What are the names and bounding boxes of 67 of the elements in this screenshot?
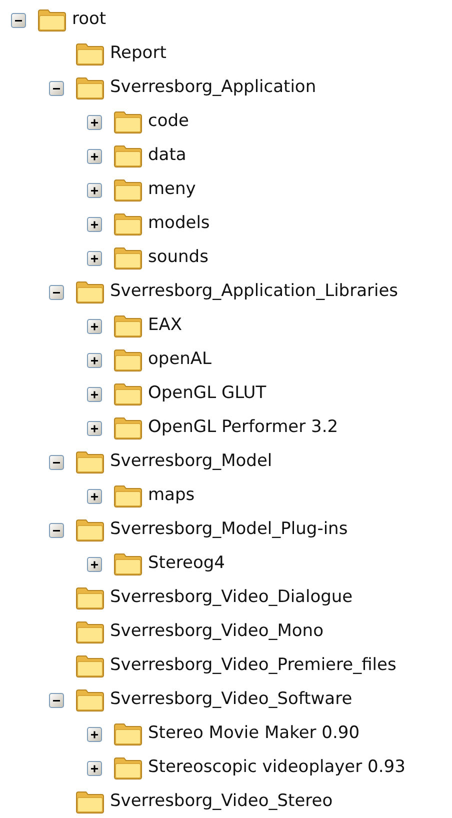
folder-label[interactable]: Sverresborg_Video_Dialogue: [110, 585, 353, 611]
folder-label[interactable]: OpenGL Performer 3.2: [148, 415, 338, 441]
folder-label[interactable]: Sverresborg_Model_Plug-ins: [110, 517, 348, 543]
folder-label[interactable]: Sverresborg_Application_Libraries: [110, 279, 398, 305]
folder-label[interactable]: Sverresborg_Model: [110, 449, 272, 475]
folder-icon: [75, 450, 105, 474]
folder-label[interactable]: OpenGL GLUT: [148, 381, 266, 407]
folder-label[interactable]: openAL: [148, 347, 212, 373]
collapse-toggle[interactable]: [11, 12, 26, 28]
folder-icon: [113, 756, 143, 780]
folder-label[interactable]: meny: [148, 177, 196, 203]
folder-label[interactable]: Sverresborg_Video_Software: [110, 687, 352, 713]
folder-icon: [75, 76, 105, 100]
folder-label[interactable]: root: [72, 7, 106, 33]
folder-label[interactable]: data: [148, 143, 186, 169]
folder-label[interactable]: Sverresborg_Video_Mono: [110, 619, 324, 645]
expand-toggle[interactable]: [87, 352, 102, 368]
folder-label[interactable]: Stereo Movie Maker 0.90: [148, 721, 360, 747]
expand-toggle[interactable]: [87, 114, 102, 130]
folder-icon: [113, 314, 143, 338]
folder-label[interactable]: Report: [110, 41, 166, 67]
expand-toggle[interactable]: [87, 556, 102, 572]
folder-icon: [75, 620, 105, 644]
folder-icon: [113, 416, 143, 440]
collapse-toggle[interactable]: [49, 692, 64, 708]
folder-icon: [75, 42, 105, 66]
folder-label[interactable]: models: [148, 211, 210, 237]
folder-label[interactable]: Sverresborg_Application: [110, 75, 316, 101]
collapse-toggle[interactable]: [49, 454, 64, 470]
collapse-toggle[interactable]: [49, 80, 64, 96]
expand-toggle[interactable]: [87, 488, 102, 504]
expand-toggle[interactable]: [87, 386, 102, 402]
folder-icon: [113, 722, 143, 746]
expand-toggle[interactable]: [87, 250, 102, 266]
collapse-toggle[interactable]: [49, 522, 64, 538]
folder-icon: [113, 484, 143, 508]
folder-icon: [113, 144, 143, 168]
folder-icon: [113, 110, 143, 134]
folder-label[interactable]: Stereog4: [148, 551, 225, 577]
folder-icon: [75, 280, 105, 304]
collapse-toggle[interactable]: [49, 284, 64, 300]
folder-icon: [37, 8, 67, 32]
folder-icon: [75, 518, 105, 542]
folder-icon: [113, 348, 143, 372]
folder-label[interactable]: EAX: [148, 313, 182, 339]
folder-label[interactable]: Sverresborg_Video_Premiere_files: [110, 653, 396, 679]
expand-toggle[interactable]: [87, 182, 102, 198]
folder-icon: [75, 654, 105, 678]
folder-icon: [113, 178, 143, 202]
folder-icon: [113, 246, 143, 270]
folder-label[interactable]: code: [148, 109, 189, 135]
folder-icon: [75, 688, 105, 712]
expand-toggle[interactable]: [87, 726, 102, 742]
folder-label[interactable]: maps: [148, 483, 195, 509]
folder-icon: [113, 382, 143, 406]
folder-label[interactable]: Sverresborg_Video_Stereo: [110, 789, 333, 815]
folder-icon: [75, 790, 105, 814]
folder-label[interactable]: sounds: [148, 245, 208, 271]
folder-icon: [75, 586, 105, 610]
folder-icon: [113, 212, 143, 236]
expand-toggle[interactable]: [87, 420, 102, 436]
expand-toggle[interactable]: [87, 760, 102, 776]
expand-toggle[interactable]: [87, 318, 102, 334]
expand-toggle[interactable]: [87, 216, 102, 232]
folder-icon: [113, 552, 143, 576]
folder-label[interactable]: Stereoscopic videoplayer 0.93: [148, 755, 406, 781]
expand-toggle[interactable]: [87, 148, 102, 164]
